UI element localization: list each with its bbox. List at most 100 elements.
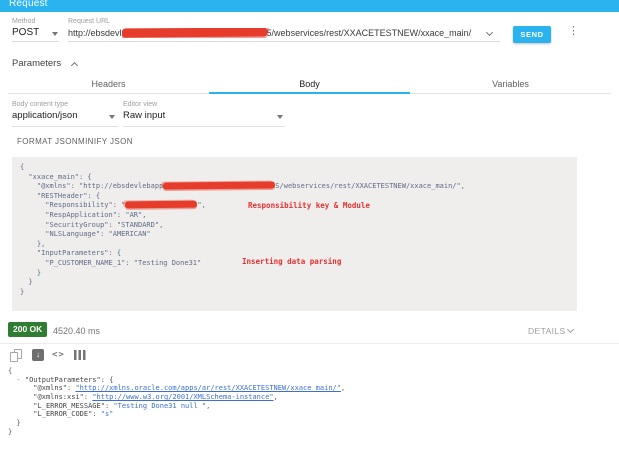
code-line: "SecurityGroup": "STANDARD", [20, 221, 569, 231]
response-body: { - "OutputParameters": { "@xmlns": "htt… [8, 367, 345, 437]
redaction-scribble [125, 200, 198, 209]
response-text: "s" [100, 410, 114, 419]
details-chevron-icon[interactable] [566, 325, 575, 334]
annotation-responsibility: Responsibility key & Module [248, 201, 370, 210]
code-text: "Responsibility": " [20, 201, 126, 210]
code-line: "RESTHeader": { [20, 192, 569, 202]
status-badge: 200 OK [8, 322, 48, 337]
table-columns-icon[interactable] [74, 350, 86, 360]
response-text: , [206, 401, 211, 410]
method-dropdown-icon[interactable] [52, 32, 58, 36]
url-prefix: http://ebsdevl [68, 28, 122, 38]
panel-title: Request [9, 0, 48, 9]
method-label: Method [12, 18, 36, 25]
response-text [8, 393, 33, 401]
code-text: { [20, 163, 25, 171]
code-text: } [20, 287, 25, 296]
response-line: } [8, 428, 345, 437]
code-text: } [20, 268, 42, 277]
response-text: , [273, 393, 278, 402]
tab-variables[interactable]: Variables [410, 74, 611, 93]
response-text [8, 384, 33, 392]
code-line: "NLSLanguage": "AMERICAN" [20, 230, 569, 240]
response-text: "OutputParameters": { [24, 375, 114, 384]
code-text: }, [20, 239, 46, 248]
request-body-editor[interactable]: { "xxace_main": { "@xmlns": "http://ebsd… [12, 157, 577, 311]
code-line: { [20, 163, 569, 173]
response-line: } [8, 419, 345, 428]
response-text: "@xmlns" [33, 384, 68, 393]
code-text: "P_CUSTOMER_NAME_1": "Testing Done31" [20, 258, 202, 267]
content-type-select[interactable]: application/json [12, 110, 78, 121]
code-text: "NLSLanguage": "AMERICAN" [20, 230, 151, 239]
response-text: "L_ERROR_MESSAGE" [33, 401, 105, 410]
send-button[interactable]: SEND [513, 26, 551, 43]
response-text: "@xmlns:xsi" [33, 393, 84, 402]
response-text: } [8, 419, 21, 428]
minify-json-button[interactable]: MINIFY JSON [78, 137, 133, 146]
content-type-dropdown-icon[interactable] [109, 115, 115, 119]
code-text: "@xmlns": "http://ebsdevlebapp [20, 182, 164, 191]
request-url-label: Request URL [68, 18, 111, 25]
response-text: } [8, 427, 13, 436]
response-line: "L_ERROR_CODE": "s" [8, 410, 345, 419]
details-toggle[interactable]: DETAILS [528, 326, 566, 336]
response-text: , [340, 384, 346, 393]
response-text: "Testing Done31 null " [113, 401, 207, 410]
parameters-collapse-icon[interactable] [70, 61, 79, 70]
editor-view-dropdown-icon[interactable] [277, 115, 283, 119]
format-json-button[interactable]: FORMAT JSON [17, 137, 78, 146]
url-underline [68, 41, 500, 42]
response-text [8, 410, 33, 418]
response-line: - "OutputParameters": { [8, 376, 345, 385]
code-line: } [20, 288, 569, 298]
code-text: } [20, 278, 33, 287]
copy-response-icon[interactable] [10, 349, 22, 362]
response-text [8, 402, 33, 410]
code-line: "RespApplication": "AR", [20, 211, 569, 221]
code-text: "RESTHeader": { [20, 191, 101, 200]
divider [0, 343, 619, 344]
copy-front-sheet [10, 352, 18, 362]
save-response-icon[interactable]: ↓ [32, 349, 44, 361]
redaction-scribble [121, 28, 267, 38]
code-text: ", [197, 201, 206, 210]
response-line: "L_ERROR_MESSAGE": "Testing Done31 null … [8, 402, 345, 411]
code-text: "xxace_main": { [20, 172, 92, 181]
response-line: "@xmlns": "http://xmlns.oracle.com/apps/… [8, 384, 345, 393]
response-text: : [92, 410, 101, 419]
method-underline [12, 41, 59, 42]
tab-headers[interactable]: Headers [8, 74, 209, 93]
response-text: { [8, 367, 13, 375]
response-line: "@xmlns:xsi": "http://www.w3.org/2001/XM… [8, 393, 345, 402]
code-line: }, [20, 240, 569, 250]
response-link[interactable]: "http://www.w3.org/2001/XMLSchema-instan… [92, 393, 273, 401]
tab-body[interactable]: Body [209, 74, 410, 94]
source-view-icon[interactable]: <> [52, 350, 65, 360]
parameters-section-label: Parameters [12, 58, 62, 69]
parameters-tabs: Headers Body Variables [8, 74, 611, 94]
editor-view-select[interactable]: Raw input [123, 110, 165, 121]
code-line: "@xmlns": "http://ebsdevlebapp S/webservi… [20, 181, 569, 192]
content-type-underline [12, 126, 118, 127]
method-select[interactable]: POST [12, 27, 39, 38]
code-line: "xxace_main": { [20, 173, 569, 183]
kebab-menu-icon[interactable]: ⋮ [568, 26, 579, 37]
content-type-label: Body content type [12, 101, 69, 108]
response-link[interactable]: "http://xmlns.oracle.com/apps/ar/rest/XX… [75, 384, 341, 392]
redaction-scribble [163, 181, 276, 190]
code-text: "RespApplication": "AR", [20, 210, 147, 219]
response-text: "L_ERROR_CODE" [33, 410, 93, 419]
url-suffix: 5/webservices/rest/XXACETESTNEW/xxace_ma… [266, 28, 472, 38]
code-text: "SecurityGroup": "STANDARD", [20, 220, 164, 229]
editor-view-underline [123, 126, 285, 127]
response-line: { [8, 367, 345, 376]
code-line: } [20, 278, 569, 288]
request-url-input[interactable]: http://ebsdevl 5/webservices/rest/XXACETE… [68, 28, 488, 38]
request-panel-header: Request [0, 0, 619, 12]
code-text: S/webservices/rest/XXACETESTNEW/xxace_ma… [275, 182, 465, 191]
response-time: 4520.40 ms [53, 326, 101, 336]
editor-view-label: Editor view [123, 101, 158, 108]
annotation-input-parsing: Inserting data parsing [242, 257, 342, 266]
request-body-code: { "xxace_main": { "@xmlns": "http://ebsd… [20, 163, 569, 297]
